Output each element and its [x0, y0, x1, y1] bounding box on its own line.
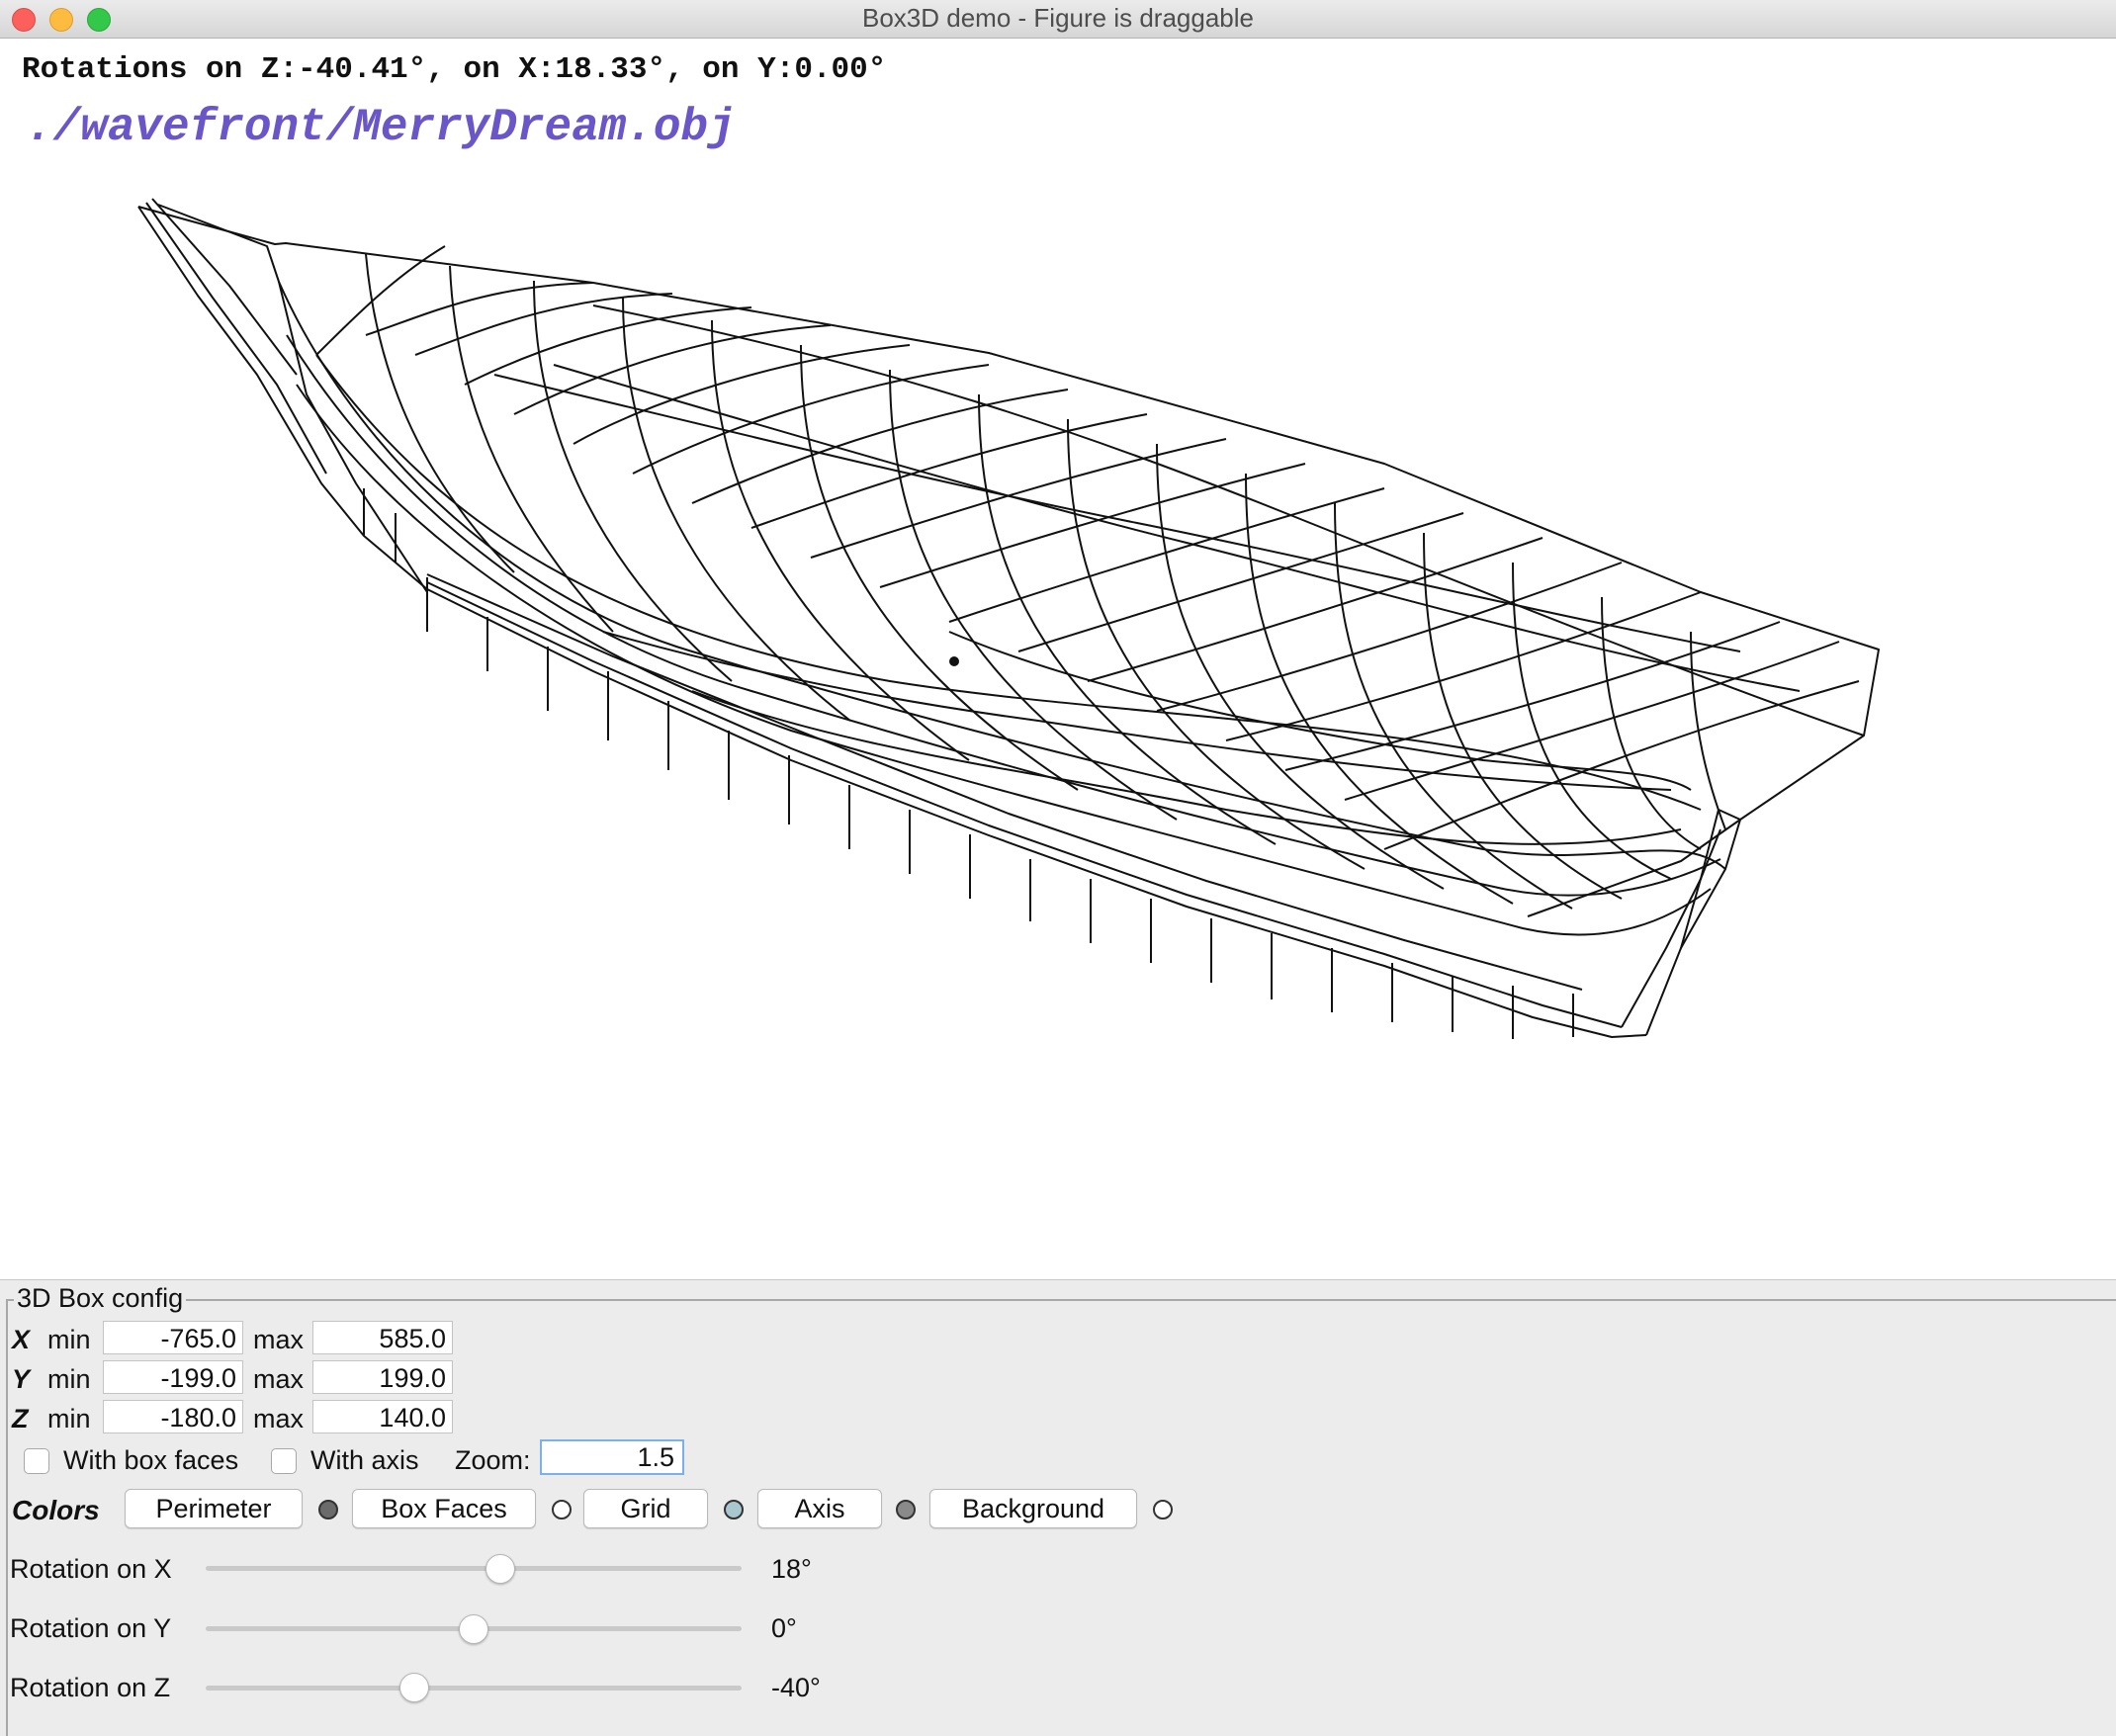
grid-color-swatch — [724, 1500, 744, 1519]
y-axis-label: Y — [12, 1364, 31, 1394]
y-min-label: min — [47, 1364, 91, 1394]
keel-line — [426, 588, 1647, 1038]
x-max-field[interactable]: 585.0 — [312, 1321, 453, 1354]
zoom-input[interactable]: 1.5 — [540, 1439, 684, 1475]
window-title: Box3D demo - Figure is draggable — [862, 3, 1254, 33]
grid-color-button[interactable]: Grid — [583, 1489, 708, 1528]
config-group-title: 3D Box config — [14, 1283, 187, 1314]
with-box-faces-checkbox[interactable] — [24, 1448, 49, 1474]
rotation-x-track[interactable] — [206, 1566, 742, 1571]
rotation-y-label: Rotation on Y — [10, 1613, 172, 1643]
axis-color-button[interactable]: Axis — [757, 1489, 882, 1528]
z-max-field[interactable]: 140.0 — [312, 1400, 453, 1433]
box-faces-color-button[interactable]: Box Faces — [352, 1489, 536, 1528]
perimeter-color-button[interactable]: Perimeter — [125, 1489, 303, 1528]
x-axis-label: X — [12, 1325, 31, 1354]
z-min-field[interactable]: -180.0 — [103, 1400, 243, 1433]
rotation-x-value: 18° — [771, 1554, 812, 1584]
z-min-label: min — [47, 1404, 91, 1433]
title-bar[interactable]: Box3D demo - Figure is draggable — [0, 0, 2116, 39]
y-max-label: max — [253, 1364, 305, 1394]
background-color-swatch — [1153, 1500, 1173, 1519]
rotation-x-slider-thumb[interactable] — [485, 1554, 516, 1584]
rotation-y-slider-thumb[interactable] — [459, 1614, 488, 1644]
y-min-field[interactable]: -199.0 — [103, 1360, 243, 1394]
x-max-label: max — [253, 1325, 305, 1354]
box3d-window: Box3D demo - Figure is draggable Rotatio… — [0, 0, 2116, 1736]
bow-edge — [137, 206, 428, 590]
x-min-label: min — [47, 1325, 91, 1354]
background-color-button[interactable]: Background — [929, 1489, 1137, 1528]
y-max-field[interactable]: 199.0 — [312, 1360, 453, 1394]
deck-outline — [137, 206, 1880, 917]
rotation-y-value: 0° — [771, 1613, 797, 1643]
rotation-center-point — [949, 656, 959, 666]
rotation-x-label: Rotation on X — [10, 1554, 172, 1584]
rotation-z-value: -40° — [771, 1673, 821, 1702]
axis-color-swatch — [896, 1500, 916, 1519]
deck-inner-edge — [157, 204, 428, 593]
with-axis-label: With axis — [310, 1445, 419, 1475]
figure-canvas[interactable]: Rotations on Z:-40.41°, on X:18.33°, on … — [0, 39, 2116, 1278]
rotation-z-label: Rotation on Z — [10, 1673, 171, 1702]
with-axis-checkbox[interactable] — [271, 1448, 297, 1474]
z-max-label: max — [253, 1404, 305, 1433]
hull-wireframe[interactable] — [0, 39, 2116, 1278]
with-box-faces-label: With box faces — [63, 1445, 239, 1475]
perimeter-color-swatch — [318, 1500, 338, 1519]
x-min-field[interactable]: -765.0 — [103, 1321, 243, 1354]
rotation-z-track[interactable] — [206, 1686, 742, 1691]
box-faces-color-swatch — [552, 1500, 572, 1519]
z-axis-label: Z — [12, 1404, 29, 1433]
zoom-label: Zoom: — [455, 1445, 531, 1475]
rotation-z-slider-thumb[interactable] — [398, 1673, 429, 1702]
colors-label: Colors — [12, 1495, 100, 1525]
